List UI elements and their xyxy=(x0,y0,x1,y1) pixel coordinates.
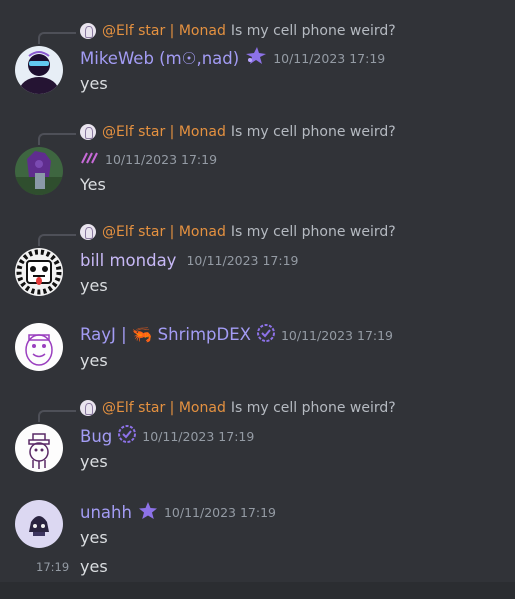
message-content: yes xyxy=(80,276,108,295)
reply-preview[interactable]: @Elf star | Monad Is my cell phone weird… xyxy=(80,122,396,142)
reply-preview[interactable]: @Elf star | Monad Is my cell phone weird… xyxy=(80,21,396,41)
composer-edge xyxy=(0,582,515,599)
message-header: 10/11/2023 17:19 xyxy=(80,148,217,170)
reply-text: Is my cell phone weird? xyxy=(230,23,396,39)
avatar[interactable] xyxy=(15,147,63,195)
reply-spine xyxy=(38,32,76,44)
reply-author[interactable]: @Elf star | Monad xyxy=(102,224,226,240)
avatar[interactable] xyxy=(15,500,63,548)
avatar[interactable] xyxy=(15,46,63,94)
message-header: bill monday 10/11/2023 17:19 xyxy=(80,249,299,271)
reply-avatar xyxy=(80,124,96,140)
username-image[interactable] xyxy=(80,150,100,169)
reply-spine xyxy=(38,234,76,246)
hover-timestamp[interactable]: 17:19 xyxy=(36,560,69,574)
message-content: yes xyxy=(80,452,108,471)
message-content: yes xyxy=(80,557,108,576)
username[interactable]: unahh xyxy=(80,503,132,522)
verified-badge-icon xyxy=(256,324,275,346)
reply-preview[interactable]: @Elf star | Monad Is my cell phone weird… xyxy=(80,398,396,418)
username[interactable]: bill monday xyxy=(80,251,176,270)
reply-text: Is my cell phone weird? xyxy=(230,124,396,140)
reply-avatar xyxy=(80,23,96,39)
username[interactable]: MikeWeb (m☉,nad) xyxy=(80,49,239,68)
message-header: Bug 10/11/2023 17:19 xyxy=(80,425,254,447)
message-content: yes xyxy=(80,528,108,547)
message-header: RayJ | 🦐 ShrimpDEX 10/11/2023 17:19 xyxy=(80,324,393,346)
username[interactable]: RayJ | 🦐 ShrimpDEX xyxy=(80,325,251,345)
timestamp[interactable]: 10/11/2023 17:19 xyxy=(186,253,298,268)
verified-badge-icon xyxy=(118,425,137,447)
message-header: MikeWeb (m☉,nad) 10/11/2023 17:19 xyxy=(80,47,385,69)
message-header: unahh 10/11/2023 17:19 xyxy=(80,501,276,523)
avatar[interactable] xyxy=(15,248,63,296)
sparkle-icon xyxy=(245,46,267,70)
reply-text: Is my cell phone weird? xyxy=(230,400,396,416)
star-icon xyxy=(138,501,158,524)
username[interactable]: Bug xyxy=(80,427,112,446)
timestamp[interactable]: 10/11/2023 17:19 xyxy=(105,152,217,167)
reply-author[interactable]: @Elf star | Monad xyxy=(102,400,226,416)
avatar[interactable] xyxy=(15,424,63,472)
avatar[interactable] xyxy=(15,323,63,371)
timestamp[interactable]: 10/11/2023 17:19 xyxy=(273,51,385,66)
reply-author[interactable]: @Elf star | Monad xyxy=(102,124,226,140)
reply-spine xyxy=(38,133,76,145)
timestamp[interactable]: 10/11/2023 17:19 xyxy=(164,505,276,520)
reply-preview[interactable]: @Elf star | Monad Is my cell phone weird… xyxy=(80,222,396,242)
message-content: yes xyxy=(80,351,108,370)
reply-text: Is my cell phone weird? xyxy=(230,224,396,240)
reply-spine xyxy=(38,410,76,422)
reply-author[interactable]: @Elf star | Monad xyxy=(102,23,226,39)
reply-avatar xyxy=(80,400,96,416)
timestamp[interactable]: 10/11/2023 17:19 xyxy=(142,429,254,444)
reply-avatar xyxy=(80,224,96,240)
timestamp[interactable]: 10/11/2023 17:19 xyxy=(281,328,393,343)
message-content: yes xyxy=(80,74,108,93)
message-content: Yes xyxy=(80,175,106,194)
